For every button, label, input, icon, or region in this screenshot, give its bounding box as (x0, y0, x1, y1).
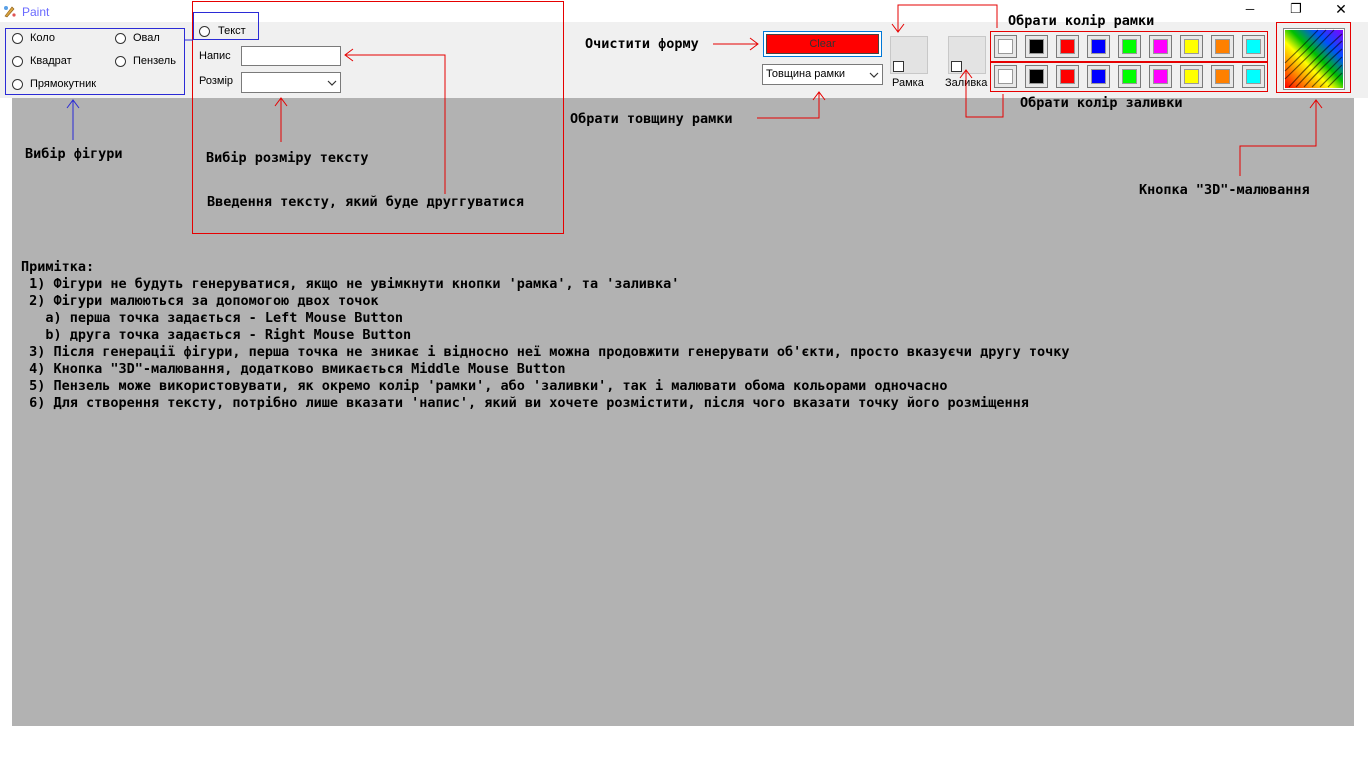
arrow-border-width (757, 92, 820, 119)
annotation-arrows (66, 4, 1323, 194)
arrow-text-input (345, 54, 446, 194)
arrow-border-color (897, 4, 998, 32)
arrow-3d (1239, 100, 1317, 176)
